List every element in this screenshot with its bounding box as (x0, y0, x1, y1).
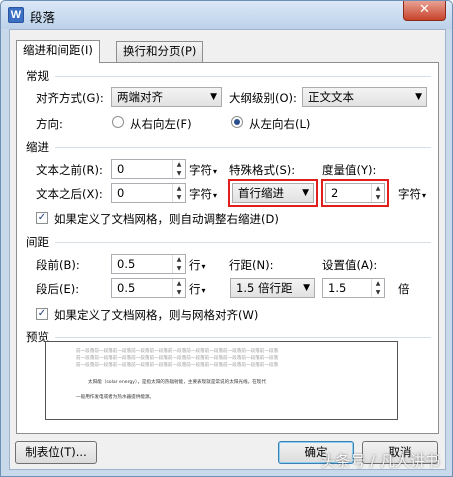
measure-label: 度量值(Y): (322, 163, 377, 177)
wps-writer-icon: W (8, 7, 24, 23)
preview-main-line: 太阳能（solar energy），是指太阳的热辐射能，主要表现就是常说的太阳光… (88, 380, 266, 385)
chevron-down-icon: ▾ (213, 167, 218, 176)
title-bar[interactable]: W 段落 ✕ (1, 1, 452, 29)
chevron-down-icon: ▼ (415, 92, 422, 102)
watermark: 头条号 / 凡人讲书 (320, 452, 440, 470)
highlight-special-format (228, 179, 318, 207)
special-format-label: 特殊格式(S): (229, 163, 296, 177)
space-after-spinner[interactable]: ▲ ▼ (172, 279, 185, 297)
chevron-down-icon: ▾ (201, 262, 206, 271)
preview-prev-line: 前一段落前一段落前一段落前一段落前一段落前一段落前一段落前一段落前一段落前一段落… (76, 356, 279, 361)
preview-prev-line: 前一段落前一段落前一段落前一段落前一段落前一段落前一段落前一段落前一段落前一段落… (76, 349, 279, 354)
dialog-title: 段落 (30, 10, 56, 25)
indent-before-spinner[interactable]: ▲ ▼ (172, 160, 185, 178)
chevron-down-icon: ▾ (422, 191, 427, 200)
close-button[interactable]: ✕ (403, 1, 446, 21)
space-after-unit-select[interactable]: 行▾ (189, 281, 206, 297)
highlight-measure (321, 179, 389, 207)
snap-to-grid-label: 如果定义了文档网格，则与网格对齐(W) (54, 308, 259, 322)
space-after-unit: 行 (189, 282, 201, 296)
indent-after-spinner[interactable]: ▲ ▼ (172, 184, 185, 202)
indent-before-unit-select[interactable]: 字符▾ (189, 162, 217, 178)
space-before-input[interactable]: 0.5 ▲ ▼ (111, 254, 186, 274)
auto-right-indent-checkbox[interactable]: ✓ (36, 212, 48, 224)
outline-level-select[interactable]: 正文文本 ▼ (302, 87, 427, 107)
setting-value-spinner[interactable]: ▲ ▼ (371, 279, 384, 297)
indent-after-label: 文本之后(X): (36, 187, 103, 201)
indent-before-label: 文本之前(R): (36, 163, 103, 177)
alignment-select[interactable]: 两端对齐 ▼ (111, 87, 222, 107)
setting-value-input[interactable]: 1.5 ▲ ▼ (322, 278, 385, 298)
section-general: 常规 (26, 69, 49, 83)
indent-after-unit-select[interactable]: 字符▾ (189, 186, 217, 202)
outline-level-value: 正文文本 (308, 90, 354, 104)
rtl-label: 从右向左(F) (130, 117, 192, 131)
divider (55, 242, 431, 243)
paragraph-dialog: W 段落 ✕ 缩进和间距(I) 换行和分页(P) 常规 对齐方式(G): 两端对… (0, 0, 453, 477)
snap-to-grid-checkbox[interactable]: ✓ (36, 308, 48, 320)
tabstops-button[interactable]: 制表位(T)... (15, 441, 97, 464)
indent-before-unit: 字符 (189, 163, 212, 177)
line-spacing-label: 行距(N): (229, 258, 274, 272)
indent-after-value: 0 (117, 186, 125, 200)
ltr-label: 从左向右(L) (249, 117, 311, 131)
measure-unit-select[interactable]: 字符▾ (398, 186, 426, 202)
rtl-radio[interactable] (112, 116, 124, 128)
indent-after-unit: 字符 (189, 187, 212, 201)
line-spacing-value: 1.5 倍行距 (236, 281, 293, 295)
alignment-label: 对齐方式(G): (36, 91, 104, 105)
space-after-input[interactable]: 0.5 ▲ ▼ (111, 278, 186, 298)
direction-label: 方向: (36, 117, 63, 131)
auto-right-indent-label: 如果定义了文档网格，则自动调整右缩进(D) (54, 212, 279, 226)
setting-value: 1.5 (328, 281, 347, 295)
divider (55, 76, 431, 77)
indent-before-input[interactable]: 0 ▲ ▼ (111, 159, 186, 179)
ltr-radio[interactable] (231, 116, 243, 128)
setting-value-unit: 倍 (398, 282, 410, 296)
chevron-down-icon: ▼ (303, 283, 310, 293)
space-after-label: 段后(E): (36, 282, 80, 296)
tab-line-page-breaks[interactable]: 换行和分页(P) (116, 41, 204, 62)
space-after-value: 0.5 (117, 281, 136, 295)
tab-indent-spacing[interactable]: 缩进和间距(I) (16, 40, 100, 63)
chevron-down-icon: ▾ (213, 191, 218, 200)
space-before-unit-select[interactable]: 行▾ (189, 257, 206, 273)
x-icon: ✕ (419, 2, 430, 17)
preview-prev-line: 前一段落前一段落前一段落前一段落前一段落前一段落前一段落前一段落前一段落前一段落… (76, 363, 279, 368)
section-indent: 缩进 (26, 140, 49, 154)
space-before-unit: 行 (189, 258, 201, 272)
indent-before-value: 0 (117, 162, 125, 176)
divider (55, 337, 431, 338)
preview-box: 前一段落前一段落前一段落前一段落前一段落前一段落前一段落前一段落前一段落前一段落… (45, 341, 398, 420)
chevron-down-icon: ▼ (210, 92, 217, 102)
space-before-value: 0.5 (117, 257, 136, 271)
alignment-value: 两端对齐 (117, 90, 163, 104)
line-spacing-select[interactable]: 1.5 倍行距 ▼ (230, 278, 315, 298)
setting-value-label: 设置值(A): (322, 258, 378, 272)
outline-level-label: 大纲级别(O): (229, 91, 297, 105)
indent-after-input[interactable]: 0 ▲ ▼ (111, 183, 186, 203)
space-before-label: 段前(B): (36, 258, 80, 272)
divider (55, 147, 431, 148)
space-before-spinner[interactable]: ▲ ▼ (172, 255, 185, 273)
section-spacing: 间距 (26, 235, 49, 249)
measure-unit: 字符 (398, 187, 421, 201)
dialog-body: 缩进和间距(I) 换行和分页(P) 常规 对齐方式(G): 两端对齐 ▼ 大纲级… (9, 29, 446, 470)
preview-main-line: 一般用作发电或者为热水器提供能源。 (76, 395, 155, 400)
chevron-down-icon: ▾ (201, 286, 206, 295)
